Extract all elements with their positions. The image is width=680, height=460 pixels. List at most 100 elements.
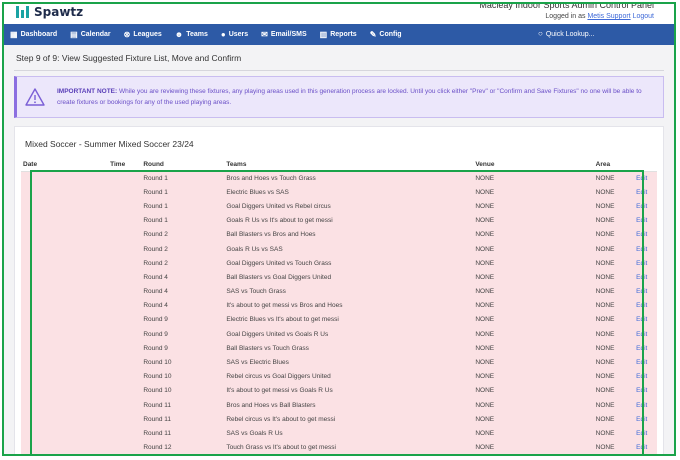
cell-teams: Electric Blues vs It's about to get mess… xyxy=(224,312,474,328)
fixtures-table-body: Round 1 Bros and Hoes vs Touch Grass NONE N… xyxy=(21,171,657,454)
cell-date xyxy=(21,312,109,328)
edit-link[interactable]: Edit xyxy=(636,288,647,295)
cell-teams: It's about to get messi vs Bros and Hoes xyxy=(224,298,474,313)
edit-link[interactable]: Edit xyxy=(636,302,647,309)
logo-icon xyxy=(16,6,29,18)
nav-leagues[interactable]: ⊗ Leagues xyxy=(124,30,162,39)
edit-link[interactable]: Edit xyxy=(636,175,647,182)
cell-venue: NONE xyxy=(473,284,594,299)
cell-actions: Edit xyxy=(634,256,657,271)
cell-date xyxy=(21,256,109,271)
edit-link[interactable]: Edit xyxy=(636,274,647,281)
cell-date xyxy=(21,369,109,384)
nav-email-sms[interactable]: ✉ Email/SMS xyxy=(261,29,307,39)
column-header-venue[interactable]: Venue xyxy=(473,159,594,172)
column-header-area[interactable]: Area xyxy=(593,159,635,172)
table-row[interactable]: Round 10 It's about to get messi vs Goals… xyxy=(21,383,657,398)
envelope-icon: ✉ xyxy=(261,29,268,39)
cell-area: NONE xyxy=(593,440,635,454)
table-row[interactable]: Round 12 Touch Grass vs It's about to get… xyxy=(21,440,657,454)
logo[interactable]: Spawtz xyxy=(16,5,83,19)
table-row[interactable]: Round 1 Bros and Hoes vs Touch Grass NONE N… xyxy=(21,171,657,186)
edit-link[interactable]: Edit xyxy=(636,231,647,238)
nav-config[interactable]: ✎ Config xyxy=(370,30,402,39)
table-row[interactable]: Round 2 Ball Blasters vs Bros and Hoes NON… xyxy=(21,227,657,242)
nav-users[interactable]: ● Users xyxy=(221,30,248,39)
cell-date xyxy=(21,199,109,214)
important-notice: IMPORTANT NOTE: While you are reviewing … xyxy=(14,76,664,118)
logout-link[interactable]: Logout xyxy=(633,13,654,20)
cell-round: Round 2 xyxy=(141,241,225,257)
cell-venue: NONE xyxy=(473,213,594,228)
table-row[interactable]: Round 1 Goal Diggers United vs Rebel circ… xyxy=(21,199,657,214)
edit-link[interactable]: Edit xyxy=(636,260,647,267)
edit-link[interactable]: Edit xyxy=(636,430,647,437)
edit-link[interactable]: Edit xyxy=(636,359,647,366)
notice-body: While you are reviewing these fixtures, … xyxy=(57,88,642,106)
cell-venue: NONE xyxy=(473,369,594,384)
table-row[interactable]: Round 11 Bros and Hoes vs Ball Blasters NO… xyxy=(21,398,657,413)
calendar-icon: ▤ xyxy=(70,29,78,39)
cell-time xyxy=(108,355,142,370)
cell-date xyxy=(21,270,109,285)
table-row[interactable]: Round 11 Rebel circus vs It's about to ge… xyxy=(21,412,657,427)
nav-dashboard[interactable]: ▦ Dashboard xyxy=(10,29,57,39)
cell-date xyxy=(21,284,109,299)
nav-reports[interactable]: ▥ Reports xyxy=(320,30,357,39)
table-row[interactable]: Round 2 Goals R Us vs SAS NONE NONE Edit xyxy=(21,241,657,257)
current-user-link[interactable]: Metis Support xyxy=(587,13,630,20)
table-row[interactable]: Round 9 Electric Blues vs It's about to g… xyxy=(21,312,657,328)
edit-link[interactable]: Edit xyxy=(636,331,647,338)
cell-venue: NONE xyxy=(473,412,594,427)
table-row[interactable]: Round 11 SAS vs Goals R Us NONE NONE Edit xyxy=(21,426,657,441)
edit-link[interactable]: Edit xyxy=(636,345,647,352)
column-header-teams[interactable]: Teams xyxy=(224,159,474,172)
main-content: Step 9 of 9: View Suggested Fixture List… xyxy=(4,45,674,454)
quick-lookup[interactable]: ○ Quick Lookup... xyxy=(538,30,594,38)
edit-link[interactable]: Edit xyxy=(636,373,647,380)
table-row[interactable]: Round 10 Rebel circus vs Goal Diggers Uni… xyxy=(21,369,657,384)
cell-round: Round 9 xyxy=(141,312,225,328)
edit-link[interactable]: Edit xyxy=(636,217,647,224)
cell-area: NONE xyxy=(593,369,635,384)
cell-time xyxy=(108,241,142,257)
cell-round: Round 4 xyxy=(141,298,225,313)
quick-lookup-label: Quick Lookup... xyxy=(545,30,595,38)
table-row[interactable]: Round 1 Electric Blues vs SAS NONE NONE Edit xyxy=(21,185,657,200)
table-row[interactable]: Round 10 SAS vs Electric Blues NONE NONE Edi… xyxy=(21,355,657,370)
edit-link[interactable]: Edit xyxy=(636,203,647,210)
table-row[interactable]: Round 4 Ball Blasters vs Goal Diggers Uni… xyxy=(21,270,657,285)
column-header-round[interactable]: Round xyxy=(141,159,225,172)
nav-teams-label: Teams xyxy=(186,31,208,38)
cell-venue: NONE xyxy=(473,426,594,441)
table-row[interactable]: Round 4 SAS vs Touch Grass NONE NONE Edit xyxy=(21,284,657,299)
cell-venue: NONE xyxy=(473,227,594,242)
cell-area: NONE xyxy=(593,185,635,200)
column-header-date[interactable]: Date xyxy=(21,159,109,172)
cell-actions: Edit xyxy=(634,213,657,228)
table-row[interactable]: Round 2 Goal Diggers United vs Touch Gras… xyxy=(21,256,657,271)
account-info: Macleay Indoor Sports Admin Control Pane… xyxy=(479,4,654,22)
edit-link[interactable]: Edit xyxy=(636,316,647,323)
edit-link[interactable]: Edit xyxy=(636,444,647,451)
edit-link[interactable]: Edit xyxy=(636,402,647,409)
cell-venue: NONE xyxy=(473,327,594,342)
table-row[interactable]: Round 1 Goals R Us vs It's about to get m… xyxy=(21,213,657,228)
top-header: Spawtz Macleay Indoor Sports Admin Contr… xyxy=(4,4,674,24)
table-row[interactable]: Round 9 Goal Diggers United vs Goals R Us… xyxy=(21,327,657,342)
cell-actions: Edit xyxy=(634,327,657,342)
nav-teams[interactable]: ☻ Teams xyxy=(174,29,208,39)
edit-link[interactable]: Edit xyxy=(636,416,647,423)
edit-link[interactable]: Edit xyxy=(636,387,647,394)
teams-icon: ☻ xyxy=(174,29,184,39)
cell-time xyxy=(108,327,142,342)
table-row[interactable]: Round 9 Ball Blasters vs Touch Grass NONE N… xyxy=(21,341,657,356)
edit-link[interactable]: Edit xyxy=(636,246,647,253)
column-header-time[interactable]: Time xyxy=(108,159,142,172)
nav-calendar[interactable]: ▤ Calendar xyxy=(70,29,111,39)
table-row[interactable]: Round 4 It's about to get messi vs Bros a… xyxy=(21,298,657,313)
cell-time xyxy=(108,312,142,328)
cell-area: NONE xyxy=(593,327,635,342)
dashboard-icon: ▦ xyxy=(10,29,18,39)
edit-link[interactable]: Edit xyxy=(636,189,647,196)
